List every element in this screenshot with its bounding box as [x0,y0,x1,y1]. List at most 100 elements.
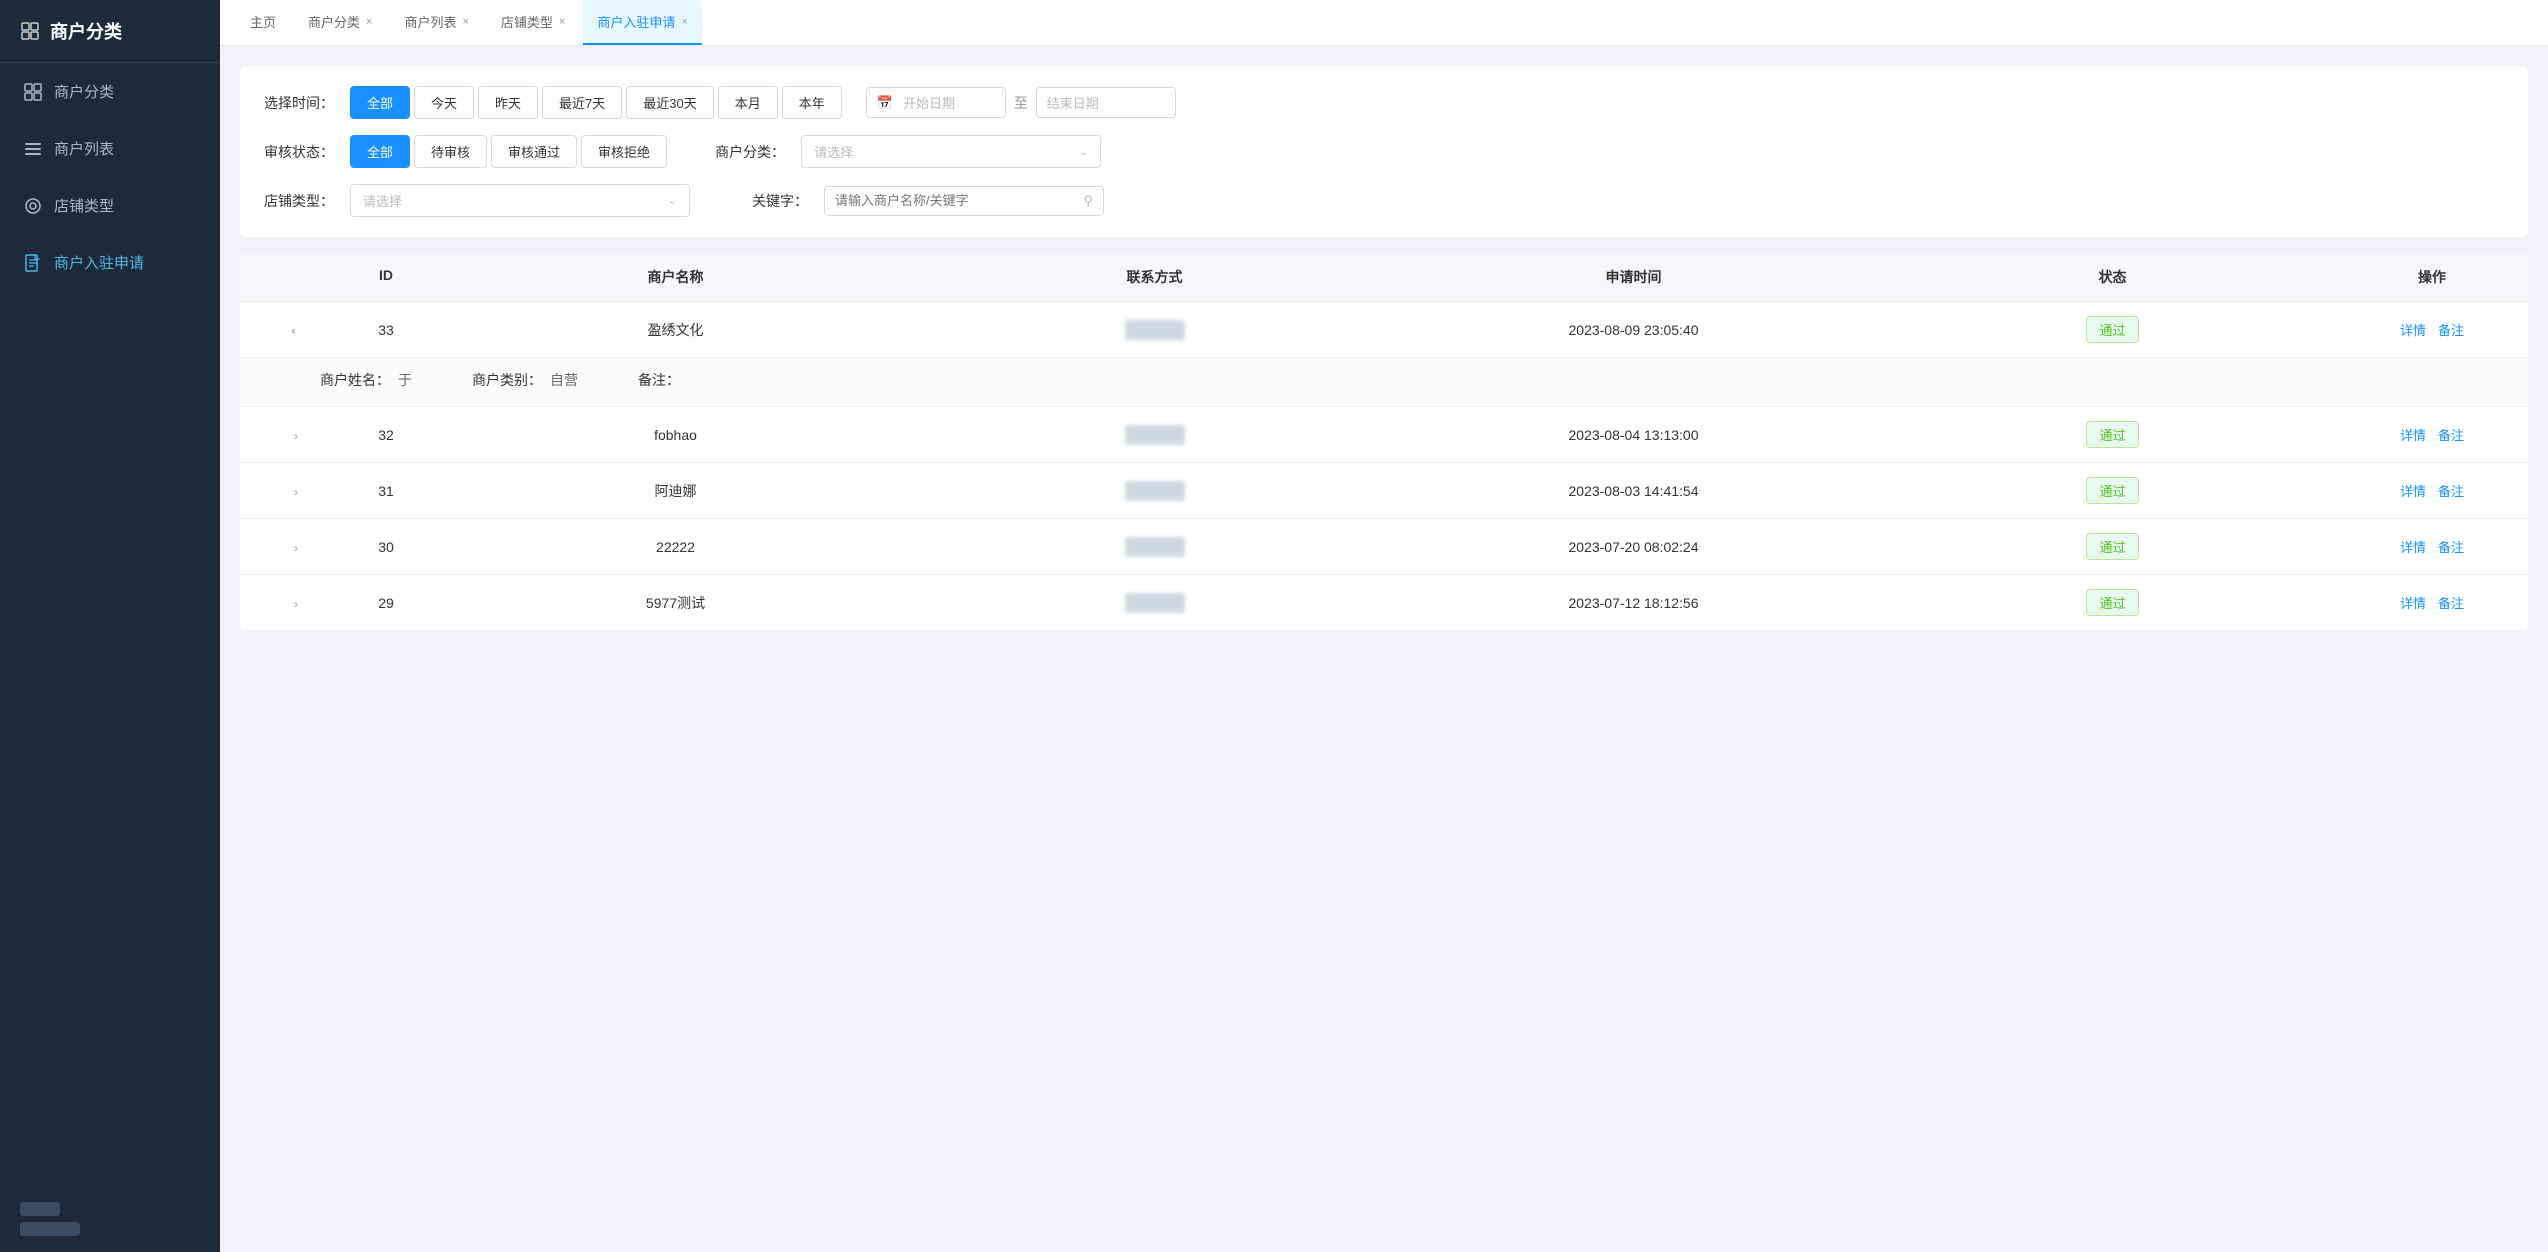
row-id-30: 30 [336,539,436,555]
row-time-30: 2023-07-20 08:02:24 [1394,539,1873,555]
status-badge: 通过 [2086,533,2138,560]
sidebar-item-merchant-list[interactable]: 商户列表 [0,120,220,177]
row-id-31: 31 [336,483,436,499]
expand-merchant-name: 商户姓名： 于 [320,370,412,390]
close-icon[interactable]: × [559,16,565,28]
expand-category-value: 自营 [550,370,578,390]
detail-link-30[interactable]: 详情 [2400,537,2426,556]
table-header-5: 状态 [1873,267,2352,287]
status-filter-label: 审核状态： [264,142,334,162]
store-type-select[interactable]: 请选择 ⌄ [350,184,690,217]
filter-panel: 选择时间： 全部今天昨天最近7天最近30天本月本年 📅 开始日期 至 结束日期 … [240,66,2528,237]
chevron-icon[interactable]: ⌄ [289,325,303,335]
sidebar-header: 商户分类 [0,0,220,63]
date-range: 📅 开始日期 至 结束日期 [866,87,1176,118]
time-btn-今天[interactable]: 今天 [414,86,474,119]
row-actions-32: 详情 备注 [2352,425,2512,444]
row-status-29: 通过 [1873,589,2352,616]
chevron-icon[interactable]: › [294,597,298,611]
sidebar-item-store-type[interactable]: 店铺类型 [0,177,220,234]
tab-merchant-category[interactable]: 商户分类 × [294,0,386,45]
tab-home[interactable]: 主页 [236,0,290,45]
row-contact-32 [915,425,1394,445]
date-end-input[interactable]: 结束日期 [1036,87,1176,118]
time-btn-昨天[interactable]: 昨天 [478,86,538,119]
row-actions-33: 详情 备注 [2352,320,2512,339]
expand-name-label: 商户姓名： [320,370,390,390]
status-btn-待审核[interactable]: 待审核 [414,135,487,168]
tab-merchant-apply[interactable]: 商户入驻申请 × [583,0,701,45]
close-icon[interactable]: × [681,16,687,28]
tab-store-type[interactable]: 店铺类型 × [487,0,579,45]
date-separator: 至 [1014,93,1028,113]
table-header-6: 操作 [2352,267,2512,287]
category-select[interactable]: 请选择 ⌄ [801,135,1101,168]
status-btn-审核拒绝[interactable]: 审核拒绝 [581,135,667,168]
date-end-placeholder: 结束日期 [1047,93,1099,112]
time-btn-全部[interactable]: 全部 [350,86,410,119]
time-filter-label: 选择时间： [264,93,334,113]
time-btn-本年[interactable]: 本年 [782,86,842,119]
date-start-input[interactable]: 📅 开始日期 [866,87,1006,118]
table-panel: ID商户名称联系方式申请时间状态操作 ⌄ 33 盈绣文化 2023-08-09 … [240,253,2528,631]
keyword-input-wrapper[interactable]: ⚲ [824,186,1104,216]
expand-toggle-33[interactable]: ⌄ [256,322,336,338]
status-badge: 通过 [2086,477,2138,504]
detail-link-29[interactable]: 详情 [2400,593,2426,612]
blurred-contact [1125,425,1185,445]
main-area: 主页商户分类 ×商户列表 ×店铺类型 ×商户入驻申请 × 选择时间： 全部今天昨… [220,0,2548,1252]
sidebar-item-merchant-apply[interactable]: 商户入驻申请 [0,234,220,291]
chevron-down-icon: ⌄ [1079,145,1088,158]
detail-link-31[interactable]: 详情 [2400,481,2426,500]
row-status-31: 通过 [1873,477,2352,504]
time-filter-row: 选择时间： 全部今天昨天最近7天最近30天本月本年 📅 开始日期 至 结束日期 [264,86,2504,119]
time-btn-最近7天[interactable]: 最近7天 [542,86,622,119]
detail-link-33[interactable]: 详情 [2400,320,2426,339]
content-area: 选择时间： 全部今天昨天最近7天最近30天本月本年 📅 开始日期 至 结束日期 … [220,46,2548,1252]
time-btn-最近30天[interactable]: 最近30天 [626,86,713,119]
row-time-33: 2023-08-09 23:05:40 [1394,322,1873,338]
expand-toggle-32[interactable]: › [256,427,336,443]
remark-link-29[interactable]: 备注 [2438,593,2464,612]
sidebar-item-merchant-category[interactable]: 商户分类 [0,63,220,120]
row-time-31: 2023-08-03 14:41:54 [1394,483,1873,499]
store-type-label: 店铺类型： [264,191,334,211]
status-badge: 通过 [2086,421,2138,448]
keyword-input[interactable] [835,193,1083,208]
category-filter-label: 商户分类： [715,142,785,162]
row-time-32: 2023-08-04 13:13:00 [1394,427,1873,443]
sidebar: 商户分类 商户分类商户列表店铺类型商户入驻申请 [0,0,220,1252]
row-contact-31 [915,481,1394,501]
row-name-29: 5977测试 [436,593,915,613]
expand-toggle-30[interactable]: › [256,539,336,555]
status-btn-全部[interactable]: 全部 [350,135,410,168]
category-placeholder: 请选择 [814,142,853,161]
expand-toggle-29[interactable]: › [256,595,336,611]
tab-label: 店铺类型 [501,12,553,31]
table-header-4: 申请时间 [1394,267,1873,287]
row-time-29: 2023-07-12 18:12:56 [1394,595,1873,611]
tab-merchant-list[interactable]: 商户列表 × [390,0,482,45]
status-btn-审核通过[interactable]: 审核通过 [491,135,577,168]
chevron-icon[interactable]: › [294,429,298,443]
remark-link-30[interactable]: 备注 [2438,537,2464,556]
chevron-icon[interactable]: › [294,541,298,555]
tab-label: 主页 [250,12,276,31]
row-id-33: 33 [336,322,436,338]
table-row: › 31 阿迪娜 2023-08-03 14:41:54 通过 详情 备注 [240,463,2528,519]
detail-link-32[interactable]: 详情 [2400,425,2426,444]
row-status-32: 通过 [1873,421,2352,448]
blurred-contact [1125,537,1185,557]
remark-link-33[interactable]: 备注 [2438,320,2464,339]
row-actions-31: 详情 备注 [2352,481,2512,500]
chevron-icon[interactable]: › [294,485,298,499]
remark-link-32[interactable]: 备注 [2438,425,2464,444]
remark-link-31[interactable]: 备注 [2438,481,2464,500]
time-btn-本月[interactable]: 本月 [718,86,778,119]
expand-toggle-31[interactable]: › [256,483,336,499]
close-icon[interactable]: × [366,16,372,28]
time-btn-group: 全部今天昨天最近7天最近30天本月本年 [350,86,842,119]
table-row: › 30 22222 2023-07-20 08:02:24 通过 详情 备注 [240,519,2528,575]
sidebar-avatar-block [0,1186,220,1252]
close-icon[interactable]: × [462,16,468,28]
